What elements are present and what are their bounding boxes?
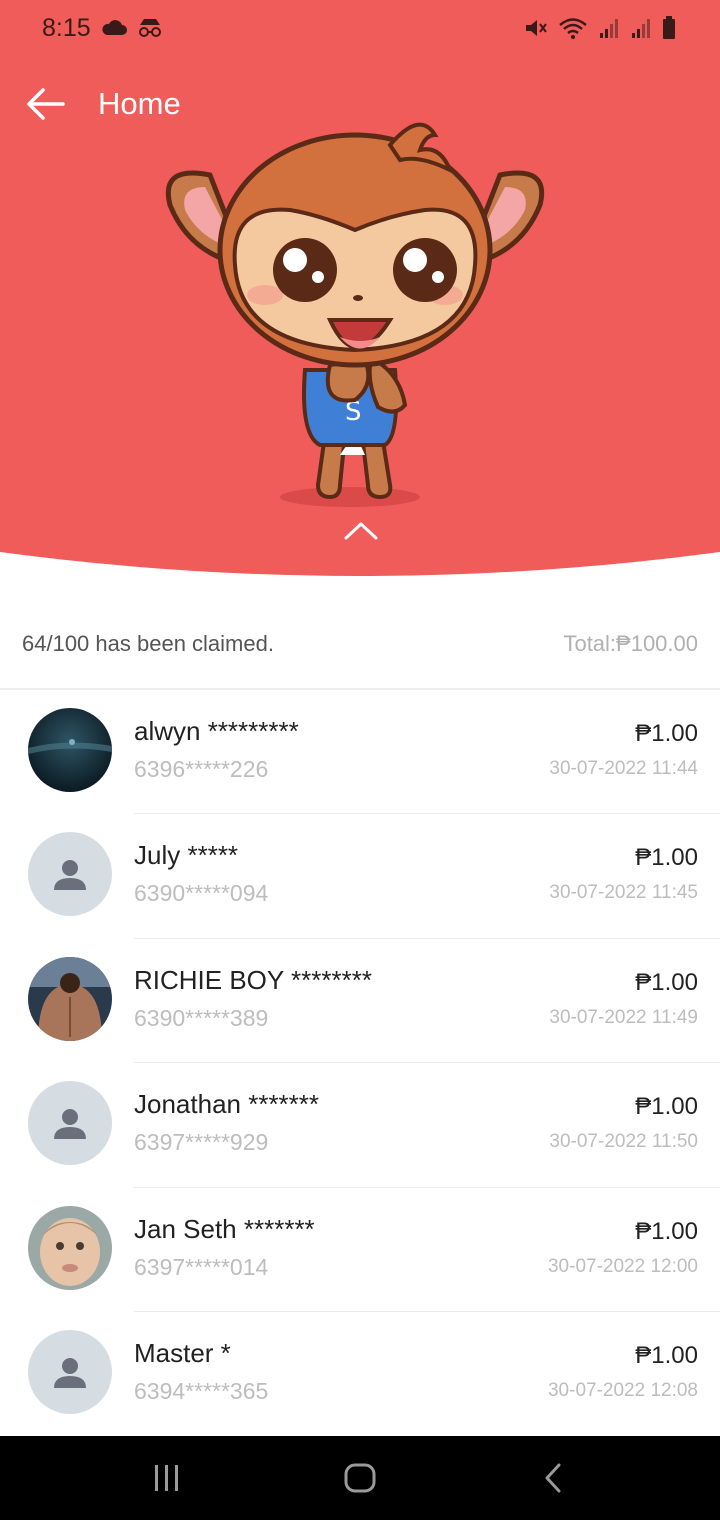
avatar bbox=[28, 1205, 112, 1290]
default-user-icon bbox=[54, 860, 86, 891]
list-item[interactable]: RICHIE BOY ******** 6390*****389 ₱1.00 3… bbox=[0, 939, 720, 1064]
claim-amount: ₱1.00 bbox=[635, 720, 698, 747]
claim-time: 30-07-2022 12:08 bbox=[547, 1379, 698, 1401]
claimer-phone: 6394*****365 bbox=[134, 1377, 269, 1404]
claim-time: 30-07-2022 11:49 bbox=[549, 1006, 698, 1028]
avatar bbox=[28, 1081, 112, 1166]
back-icon bbox=[545, 1463, 561, 1493]
claimer-name: alwyn ********* bbox=[134, 716, 299, 746]
avatar-photo bbox=[28, 956, 112, 1041]
claimer-phone: 6397*****014 bbox=[134, 1253, 269, 1280]
incognito-icon bbox=[138, 19, 161, 37]
avatar-photo bbox=[28, 1205, 112, 1290]
chevron-up-icon[interactable] bbox=[336, 516, 386, 546]
avatar-photo bbox=[28, 708, 112, 792]
claim-time: 30-07-2022 11:45 bbox=[549, 882, 698, 904]
total-amount: Total:₱100.00 bbox=[563, 631, 698, 656]
nav-back-button[interactable] bbox=[503, 1436, 603, 1520]
status-time: 8:15 bbox=[42, 13, 91, 42]
list-item[interactable]: Jan Seth ******* 6397*****014 ₱1.00 30-0… bbox=[0, 1188, 720, 1312]
list-item[interactable]: Master * 6394*****365 ₱1.00 30-07-2022 1… bbox=[0, 1312, 720, 1436]
claims-list: alwyn ********* 6396*****226 ₱1.00 30-07… bbox=[0, 690, 720, 1436]
claimer-name: Jonathan ******* bbox=[134, 1089, 320, 1120]
avatar bbox=[28, 956, 112, 1041]
arrow-left-icon bbox=[27, 88, 65, 120]
wifi-icon bbox=[559, 18, 587, 39]
battery-icon bbox=[663, 16, 675, 39]
header: 8:15 Home S bbox=[0, 0, 720, 580]
list-item[interactable]: alwyn ********* 6396*****226 ₱1.00 30-07… bbox=[0, 690, 720, 815]
claim-summary: 64/100 has been claimed. Total:₱100.00 bbox=[0, 612, 720, 676]
default-user-icon bbox=[54, 1109, 86, 1140]
claim-amount: ₱1.00 bbox=[635, 1217, 698, 1245]
claimer-phone: 6396*****226 bbox=[134, 756, 269, 782]
monkey-mascot-illustration: S bbox=[166, 122, 544, 507]
home-icon bbox=[344, 1463, 376, 1493]
mute-icon bbox=[526, 20, 547, 36]
list-item[interactable]: Jonathan ******* 6397*****929 ₱1.00 30-0… bbox=[0, 1063, 720, 1188]
signal-icon bbox=[600, 19, 618, 38]
red-envelope-claims-screen: 8:15 Home S 64/100 has been claimed. Tot… bbox=[0, 0, 720, 1520]
claim-amount: ₱1.00 bbox=[635, 1093, 698, 1121]
avatar bbox=[28, 1329, 112, 1414]
claim-amount: ₱1.00 bbox=[635, 1341, 698, 1369]
claim-time: 30-07-2022 11:44 bbox=[549, 758, 698, 779]
avatar bbox=[28, 708, 112, 792]
signal-icon-2 bbox=[632, 19, 650, 38]
recent-apps-button[interactable] bbox=[117, 1436, 217, 1520]
claimer-phone: 6397*****929 bbox=[134, 1129, 269, 1156]
system-navigation-bar bbox=[0, 1436, 720, 1520]
cloud-icon bbox=[102, 20, 127, 35]
back-button[interactable] bbox=[0, 72, 90, 136]
claimer-phone: 6390*****094 bbox=[134, 880, 269, 907]
claimed-count: 64/100 has been claimed. bbox=[22, 631, 274, 656]
claimer-name: Master * bbox=[134, 1337, 231, 1368]
claim-amount: ₱1.00 bbox=[635, 968, 698, 996]
claimer-name: July ***** bbox=[134, 840, 239, 871]
avatar bbox=[28, 832, 112, 917]
claimer-name: RICHIE BOY ******** bbox=[134, 964, 372, 995]
claim-amount: ₱1.00 bbox=[635, 844, 698, 872]
status-bar: 8:15 bbox=[0, 0, 720, 56]
default-user-icon bbox=[54, 1357, 86, 1388]
claimer-name: Jan Seth ******* bbox=[134, 1213, 315, 1244]
claim-time: 30-07-2022 11:50 bbox=[549, 1131, 698, 1153]
claim-time: 30-07-2022 12:00 bbox=[547, 1255, 698, 1277]
list-item[interactable]: July ***** 6390*****094 ₱1.00 30-07-2022… bbox=[0, 814, 720, 939]
claimer-phone: 6390*****389 bbox=[134, 1004, 269, 1031]
home-button[interactable] bbox=[310, 1436, 410, 1520]
recent-apps-icon bbox=[154, 1465, 178, 1491]
